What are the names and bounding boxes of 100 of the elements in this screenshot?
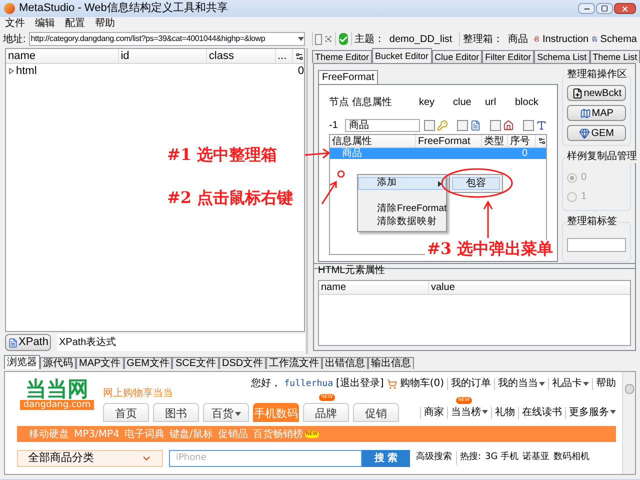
checkbox[interactable] [424, 120, 435, 131]
category-dropdown[interactable]: 全部商品分类 [17, 450, 163, 466]
nav-tab[interactable]: 首页 [103, 403, 149, 422]
checkbox[interactable] [490, 120, 501, 131]
cart-icon[interactable] [386, 379, 397, 389]
column-header[interactable]: 序号 [508, 135, 536, 147]
schema-link[interactable]: Schema [600, 32, 637, 46]
column-chooser-icon[interactable] [295, 52, 304, 61]
column-header[interactable]: id [118, 49, 207, 63]
maximize-icon [601, 5, 608, 12]
slogan: 网上购物享当当 [103, 386, 173, 401]
tab[interactable]: Clue Editor [432, 50, 482, 63]
tree-item[interactable]: html [16, 64, 37, 78]
tab[interactable]: 工作流文件 [266, 357, 322, 369]
service-link[interactable]: 当当榜 [451, 407, 488, 419]
hot-link[interactable]: 数码相机 [554, 451, 590, 465]
cart-link[interactable]: 购物车(0) [400, 378, 444, 390]
top-link[interactable]: 帮助 [592, 378, 616, 390]
site-logo[interactable]: 当当网 [26, 378, 88, 400]
minimize-button[interactable] [578, 3, 595, 14]
tab[interactable]: 输出信息 [368, 357, 414, 369]
menu-item[interactable]: 添加 [358, 177, 446, 190]
top-link[interactable]: 我的当当 [498, 378, 538, 390]
address-label: 地址: [3, 32, 26, 46]
search-field[interactable]: iPhone [169, 450, 362, 466]
table-cell: 0 [298, 64, 304, 78]
checkbox[interactable] [457, 120, 468, 131]
nav-tab[interactable]: 百货 [203, 403, 249, 422]
tab[interactable]: Theme Editor [312, 50, 372, 63]
tab[interactable]: Bucket Editor [372, 48, 432, 63]
search-button[interactable]: 搜 索 [362, 450, 410, 466]
nav-tab[interactable]: 图书 [153, 403, 199, 422]
menu-item[interactable]: 清除FreeFormat [358, 203, 446, 216]
action-button[interactable]: MAP [567, 105, 626, 121]
save-icon [592, 34, 598, 44]
close-button[interactable] [614, 3, 636, 14]
nav-tab[interactable]: 品牌 [303, 403, 349, 422]
maximize-button[interactable] [596, 3, 613, 14]
window-title: MetaStudio - Web信息结构定义工具和共享 [19, 0, 229, 16]
tab[interactable]: 出错信息 [322, 357, 368, 369]
action-button[interactable]: newBckt [567, 85, 626, 101]
expander-icon[interactable] [9, 68, 14, 74]
menu-item[interactable]: 帮助 [95, 17, 115, 30]
tab[interactable]: 浏览器 [4, 355, 40, 369]
annotation: #2 点击鼠标右键 [167, 189, 294, 207]
service-link[interactable]: 商家 [424, 407, 444, 419]
annotation-arrow [483, 200, 493, 239]
panel-title: HTML元素属性 [318, 264, 386, 278]
label-field[interactable] [567, 238, 626, 252]
column-header[interactable]: FreeFormat [416, 135, 482, 147]
logout-link[interactable]: [退出登录] [336, 378, 384, 390]
username-link[interactable]: fullerhua [284, 378, 334, 390]
column-header[interactable]: ... [276, 49, 294, 63]
menu-item[interactable]: 配置 [65, 17, 85, 30]
column-header[interactable]: 类型 [482, 135, 508, 147]
tab[interactable]: SCE文件 [172, 357, 220, 369]
bucket-label: 整理箱： [462, 32, 503, 46]
action-button[interactable]: GEM [567, 125, 626, 141]
column-label: 节点 [329, 97, 350, 109]
tab[interactable]: Filter Editor [482, 50, 534, 63]
column-header[interactable]: name [6, 49, 119, 63]
tab[interactable]: Schema List [534, 50, 590, 63]
service-link[interactable]: 在线读书 [522, 407, 562, 419]
menu-item[interactable]: 清除数据映射 [358, 216, 446, 229]
file-icon [572, 88, 583, 98]
capture-icon[interactable] [325, 33, 332, 45]
submenu-arrow-icon [438, 180, 442, 186]
tab[interactable]: MAP文件 [76, 357, 124, 369]
column-chooser-icon[interactable] [538, 137, 546, 145]
confirm-icon[interactable] [338, 33, 348, 45]
checkbox[interactable] [523, 120, 534, 131]
tab[interactable]: FreeFormat [318, 70, 378, 84]
xpath-button[interactable]: XPath [5, 334, 51, 351]
theme-value: demo_DD_list [389, 32, 452, 46]
tab[interactable]: Theme List [590, 50, 640, 63]
column-header[interactable]: value [429, 281, 630, 294]
hot-link[interactable]: 3G 手机 [485, 451, 519, 465]
top-link[interactable]: 我的订单 [447, 378, 491, 390]
advanced-search-link[interactable]: 高级搜索 [416, 451, 452, 465]
tab[interactable]: GEM文件 [124, 357, 172, 369]
top-link[interactable]: 礼品卡 [552, 378, 582, 390]
nav-tab[interactable]: 促销 [353, 403, 399, 422]
map-icon [580, 108, 591, 118]
menu-item[interactable]: 文件 [5, 17, 25, 30]
tab[interactable]: 源代码 [40, 357, 76, 369]
column-header[interactable]: class [206, 49, 276, 63]
menu-item[interactable]: 包容 [452, 177, 500, 190]
radio-label: 0 [581, 171, 587, 185]
service-link[interactable]: 礼物 [495, 407, 515, 419]
service-link[interactable]: 更多服务 [569, 407, 616, 419]
menu-item[interactable]: 编辑 [35, 17, 55, 30]
checkbox[interactable] [315, 34, 322, 44]
address-field[interactable]: http://category.dangdang.com/list?ps=39&cat=4001044&highp=&lowp [28, 32, 305, 46]
instruction-link[interactable]: Instruction [542, 32, 589, 46]
hot-link[interactable]: 诺基亚 [522, 451, 550, 465]
column-header[interactable]: name [319, 281, 429, 294]
column-header[interactable]: 信息属性 [330, 135, 416, 147]
xpath-field[interactable]: XPath表达式 [57, 334, 305, 351]
tab[interactable]: DSD文件 [219, 357, 266, 369]
group-title: 整理箱标签 [566, 216, 618, 228]
